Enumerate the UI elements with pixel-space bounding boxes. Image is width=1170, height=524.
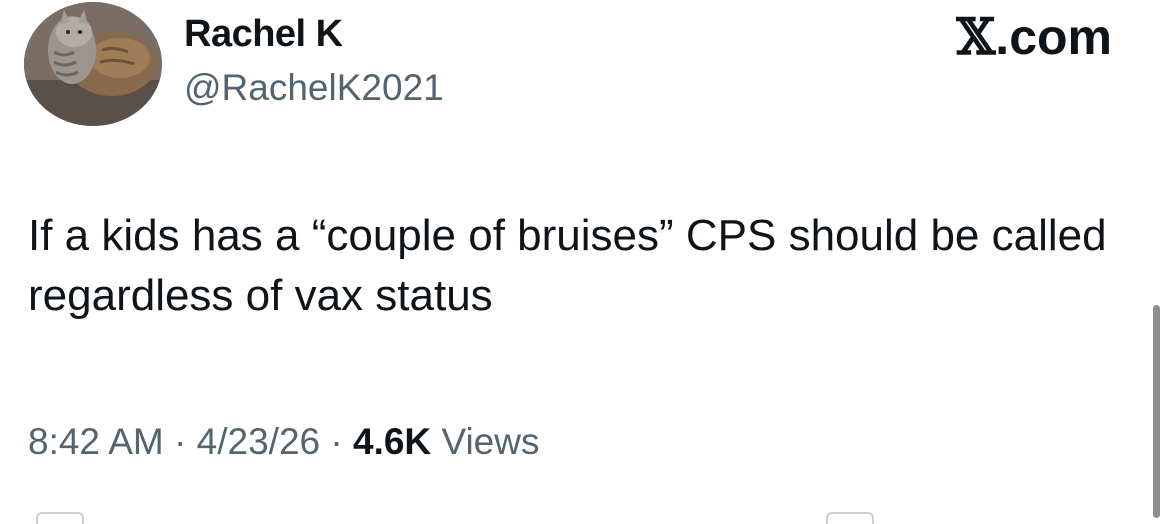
- action-button-edge: [826, 512, 874, 524]
- views-count[interactable]: 4.6K: [353, 421, 431, 462]
- tweet-date[interactable]: 4/23/26: [197, 421, 320, 462]
- tweet-time[interactable]: 8:42 AM: [28, 421, 164, 462]
- avatar[interactable]: [24, 2, 162, 126]
- x-logo-icon: 𝕏: [956, 7, 996, 66]
- author-handle[interactable]: @RachelK2021: [184, 66, 444, 110]
- scrollbar[interactable]: [1153, 305, 1160, 518]
- views-label[interactable]: Views: [441, 421, 539, 462]
- brand-suffix: .com: [995, 9, 1112, 65]
- meta-separator: ·: [174, 421, 187, 462]
- tweet-text: If a kids has a “couple of bruises” CPS …: [28, 211, 1107, 320]
- meta-separator: ·: [330, 421, 343, 462]
- tweet-metadata: 8:42 AM · 4/23/26 · 4.6K Views: [28, 420, 539, 464]
- author-display-name[interactable]: Rachel K: [184, 12, 343, 56]
- x-brand-logo: 𝕏.com: [956, 7, 1113, 66]
- cat-photo-icon: [24, 2, 162, 126]
- action-button-edge: [36, 512, 84, 524]
